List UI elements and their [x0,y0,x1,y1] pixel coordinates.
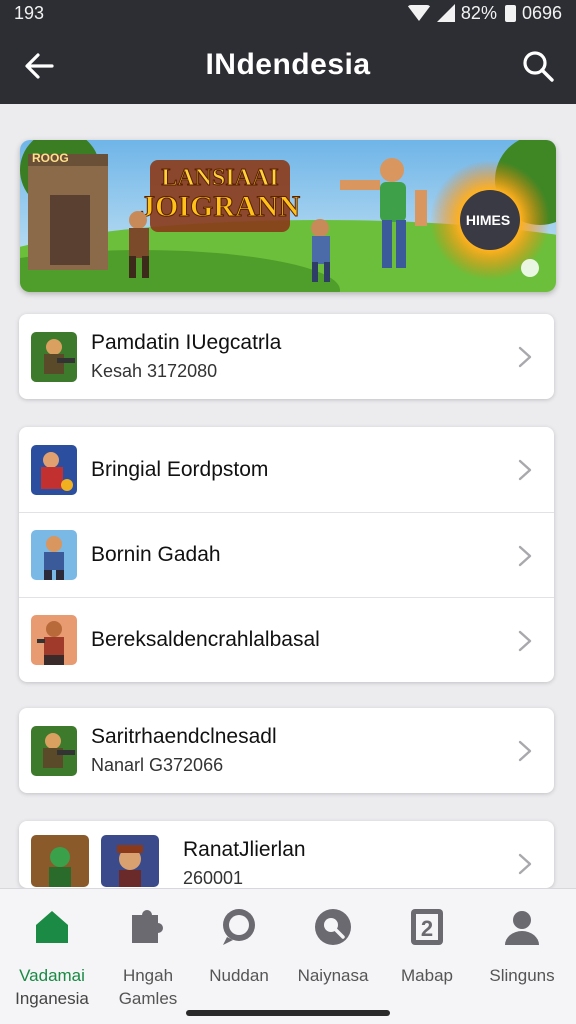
game-title: Bringial Eordpstom [91,457,269,481]
nav-label: Slinguns [489,966,555,985]
chevron-right-icon [518,630,532,652]
app-bar: INdendesia [0,26,576,104]
nav-item-search[interactable]: Naiynasa [285,907,381,987]
list-item[interactable]: RanatJlierlan 260001 [19,821,554,888]
svg-text:2: 2 [421,916,433,941]
badge-2-icon: 2 [411,909,443,945]
nav-label-line2: Gamles [118,989,178,1008]
list-item[interactable]: Bringial Eordpstom [19,427,554,512]
list-item[interactable]: Bornin Gadah [19,512,554,597]
battery-percent: 82% [460,2,497,23]
nav-label: Vadamai [19,966,85,985]
game-subtitle: Kesah 3172080 [91,361,218,381]
game-thumbnail [31,615,77,665]
arrow-left-icon[interactable] [22,48,58,84]
nav-label: Naiynasa [297,966,369,985]
game-title: Bornin Gadah [91,543,221,566]
banner-audio-icon[interactable] [521,259,539,277]
banner-headline-2: JOIGRANN [140,190,300,223]
list-item[interactable]: Pamdatin IUegcatrla Kesah 3172080 [19,314,554,399]
status-time: 193 [14,2,45,23]
nav-label: Mabap [401,966,453,985]
nav-item-settings[interactable]: Slinguns [474,907,570,987]
game-thumbnail [31,331,77,382]
search-circle-icon [315,909,351,945]
chevron-right-icon [518,545,532,567]
wifi-icon [406,5,431,21]
page-title: INdendesia [205,48,371,81]
game-thumbnail [31,835,89,887]
game-title: Bereksaldencrahlalbasal [91,628,320,651]
nav-label: Nuddan [209,966,269,985]
banner-badge: ROOG [32,151,69,165]
game-card-3: Saritrhaendclnesadl Nanarl G372066 [19,708,554,793]
game-thumbnail [31,725,77,776]
game-title: Pamdatin IUegcatrla [91,331,282,354]
home-icon [36,911,68,943]
nav-label-line2: Inganesia [15,989,89,1008]
signal-icon [436,4,455,22]
nav-item-map[interactable]: 2 Mabap [379,907,475,987]
game-subtitle: Nanarl G372066 [91,755,224,775]
game-card-4: RanatJlierlan 260001 [19,821,554,888]
chat-icon [223,909,255,945]
game-card-1: Pamdatin IUegcatrla Kesah 3172080 [19,314,554,399]
game-title: RanatJlierlan [183,838,306,861]
game-subtitle: 260001 [183,868,244,888]
game-card-2: Bringial Eordpstom Bornin Gadah Bereksal… [19,427,554,682]
home-indicator [186,1010,390,1016]
nav-label: Hngah [122,966,174,985]
status-extra: 0696 [521,2,562,23]
promo-banner[interactable]: LANSIAAI JOIGRANN ROOG HIMES [20,140,556,292]
nav-item-home[interactable]: Vadamai Inganesia [4,907,100,1010]
banner-illustration: LANSIAAI JOIGRANN ROOG HIMES [20,140,556,292]
user-icon [505,911,539,945]
battery-icon [504,4,516,22]
status-bar: 193 82% 0696 [0,0,576,26]
search-icon[interactable] [520,48,556,84]
banner-headline-1: LANSIAAI [161,165,278,191]
list-item[interactable]: Saritrhaendclnesadl Nanarl G372066 [19,708,554,793]
nav-item-games[interactable]: Hngah Gamles [100,907,196,1010]
bottom-navigation: Vadamai Inganesia Hngah Gamles Nuddan Na… [0,888,576,1024]
banner-tag: HIMES [466,212,510,228]
chevron-right-icon [518,459,532,481]
chevron-right-icon [518,346,532,368]
game-thumbnail [31,530,77,580]
chevron-right-icon [518,740,532,762]
chevron-right-icon [518,853,532,875]
game-title: Saritrhaendclnesadl [91,725,277,748]
game-thumbnail [101,835,159,887]
game-thumbnail [31,444,77,495]
list-item[interactable]: Bereksaldencrahlalbasal [19,597,554,682]
nav-item-chat[interactable]: Nuddan [191,907,287,987]
puzzle-icon [132,910,163,943]
